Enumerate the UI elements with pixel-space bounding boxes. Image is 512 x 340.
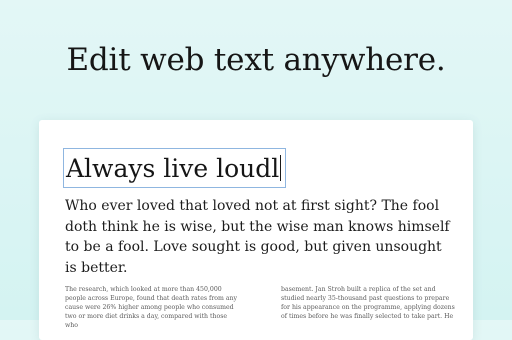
lead-paragraph: Who ever loved that loved not at first s…	[65, 198, 450, 276]
text-cursor	[280, 155, 282, 181]
title-text-field[interactable]: Always live loudl	[63, 148, 287, 188]
article-columns: The research, which looked at more than …	[65, 285, 455, 330]
title-text: Always live loudl	[66, 153, 280, 183]
page-headline: Edit web text anywhere.	[66, 42, 446, 78]
article-column-right: basement. Jan Stroh built a replica of t…	[281, 286, 455, 320]
article-column-left: The research, which looked at more than …	[65, 286, 238, 329]
editor-card: Always live loudl Who ever loved that lo…	[39, 120, 473, 340]
